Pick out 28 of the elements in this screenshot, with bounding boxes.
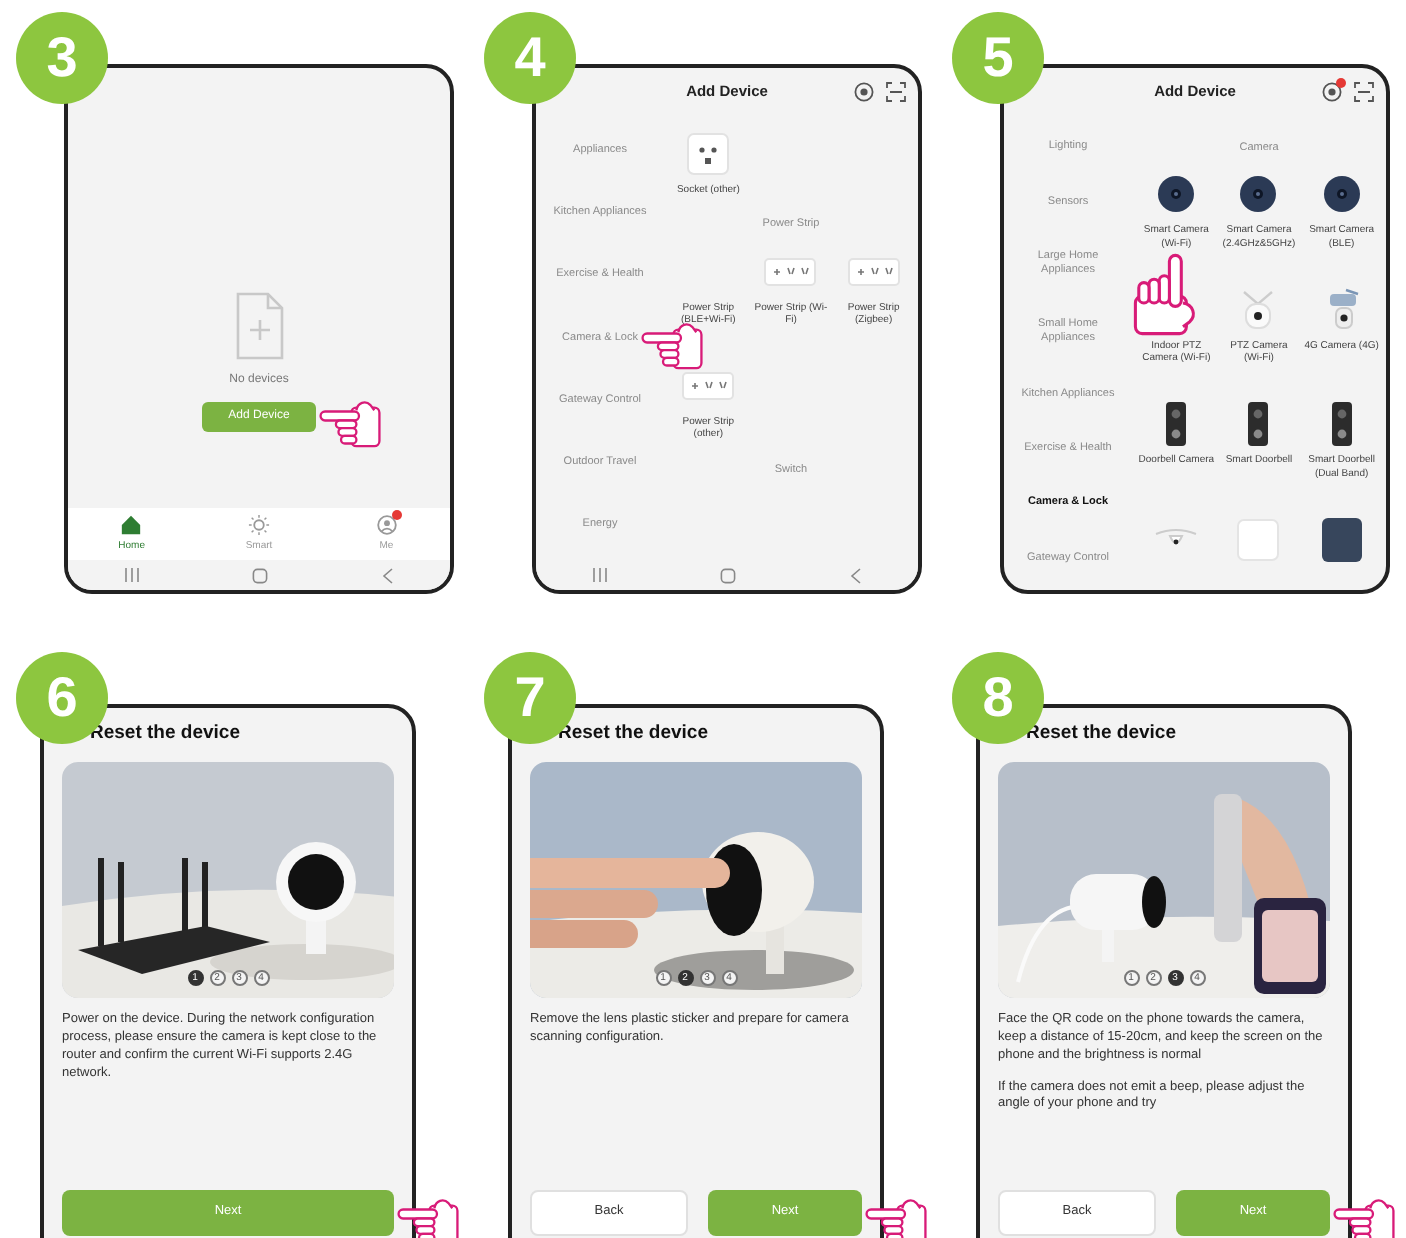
camera-icon[interactable] xyxy=(1321,174,1362,215)
recent-apps-icon xyxy=(592,568,609,582)
home-icon xyxy=(120,513,143,536)
scan-icon[interactable] xyxy=(1354,82,1374,102)
power-strip-icon[interactable] xyxy=(682,372,735,400)
device-box-icon[interactable] xyxy=(1319,515,1364,564)
home-button-icon xyxy=(252,567,269,583)
profile-icon[interactable] xyxy=(854,82,874,102)
doorbell-icon[interactable] xyxy=(1246,400,1271,449)
home-button-icon xyxy=(720,567,737,583)
profile-icon xyxy=(375,513,398,536)
step-number: 3 xyxy=(16,12,108,104)
back-icon xyxy=(381,567,394,583)
power-strip-icon[interactable] xyxy=(764,257,817,285)
doorbell-icon[interactable] xyxy=(1329,400,1354,449)
scan-icon[interactable] xyxy=(886,82,906,102)
power-strip-icon[interactable] xyxy=(847,257,900,285)
document-icon xyxy=(233,291,285,360)
socket-icon[interactable] xyxy=(686,132,731,176)
doorbell-icon[interactable] xyxy=(1164,400,1189,449)
camera-icon[interactable] xyxy=(1156,174,1197,215)
profile-icon[interactable] xyxy=(1322,82,1342,102)
step-number: 5 xyxy=(952,12,1044,104)
sun-icon xyxy=(248,513,270,536)
back-icon xyxy=(849,567,862,583)
recent-apps-icon xyxy=(124,568,141,582)
step-number: 4 xyxy=(484,12,576,104)
camera-icon[interactable] xyxy=(1238,174,1279,215)
